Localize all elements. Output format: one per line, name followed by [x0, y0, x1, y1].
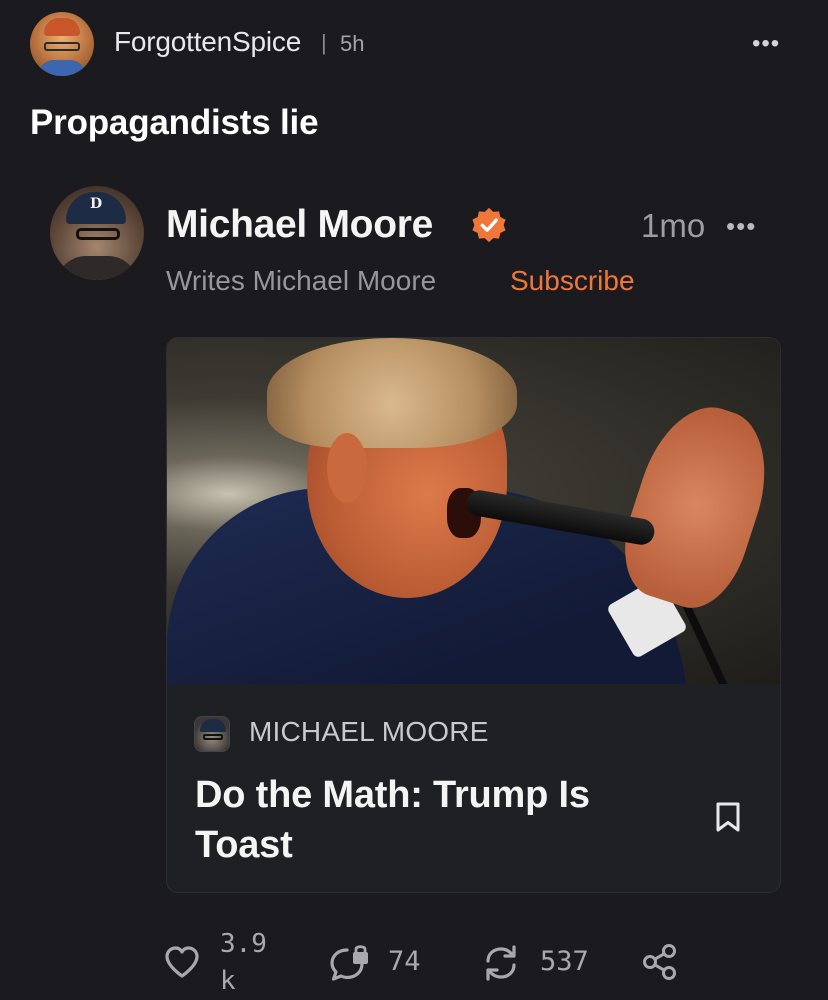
article-image — [167, 338, 780, 684]
avatar-glasses — [76, 228, 120, 240]
heart-icon[interactable] — [163, 944, 201, 980]
more-icon[interactable]: ••• — [752, 30, 780, 58]
bookmark-icon[interactable] — [715, 801, 741, 833]
embedded-author-name[interactable]: Michael Moore — [166, 203, 433, 247]
logo-cap — [200, 719, 226, 732]
note-author-name[interactable]: ForgottenSpice — [114, 26, 301, 58]
subscribe-button[interactable]: Subscribe — [510, 265, 635, 297]
cap-logo: D — [90, 196, 103, 212]
avatar-glasses — [44, 42, 80, 51]
more-icon[interactable]: ••• — [726, 211, 756, 242]
verified-icon — [472, 207, 506, 243]
publication-logo — [194, 716, 230, 752]
article-title[interactable]: Do the Math: Trump Is Toast — [195, 770, 665, 870]
share-icon[interactable] — [640, 942, 680, 982]
avatar-shirt — [38, 60, 86, 76]
comment-icon[interactable] — [327, 942, 371, 984]
note-timestamp: 5h — [340, 31, 365, 56]
embedded-author-avatar[interactable]: D — [50, 186, 144, 280]
publication-name[interactable]: MICHAEL MOORE — [249, 716, 489, 748]
article-card[interactable]: MICHAEL MOORE Do the Math: Trump Is Toas… — [166, 337, 781, 893]
like-count: 3.9k — [220, 929, 267, 996]
header-separator: | — [321, 30, 327, 55]
restack-count: 537 — [540, 946, 589, 977]
photo-hair — [267, 338, 517, 448]
note-text: Propagandists lie — [30, 103, 319, 142]
logo-glasses — [203, 734, 223, 740]
embedded-timestamp: 1mo — [641, 207, 706, 244]
photo-ear — [327, 433, 367, 503]
user-avatar[interactable] — [30, 12, 94, 76]
comment-count: 74 — [388, 946, 421, 977]
avatar-cap — [44, 18, 80, 36]
restack-icon[interactable] — [481, 943, 521, 983]
author-byline: Writes Michael Moore — [166, 265, 437, 296]
avatar-body — [56, 256, 138, 280]
